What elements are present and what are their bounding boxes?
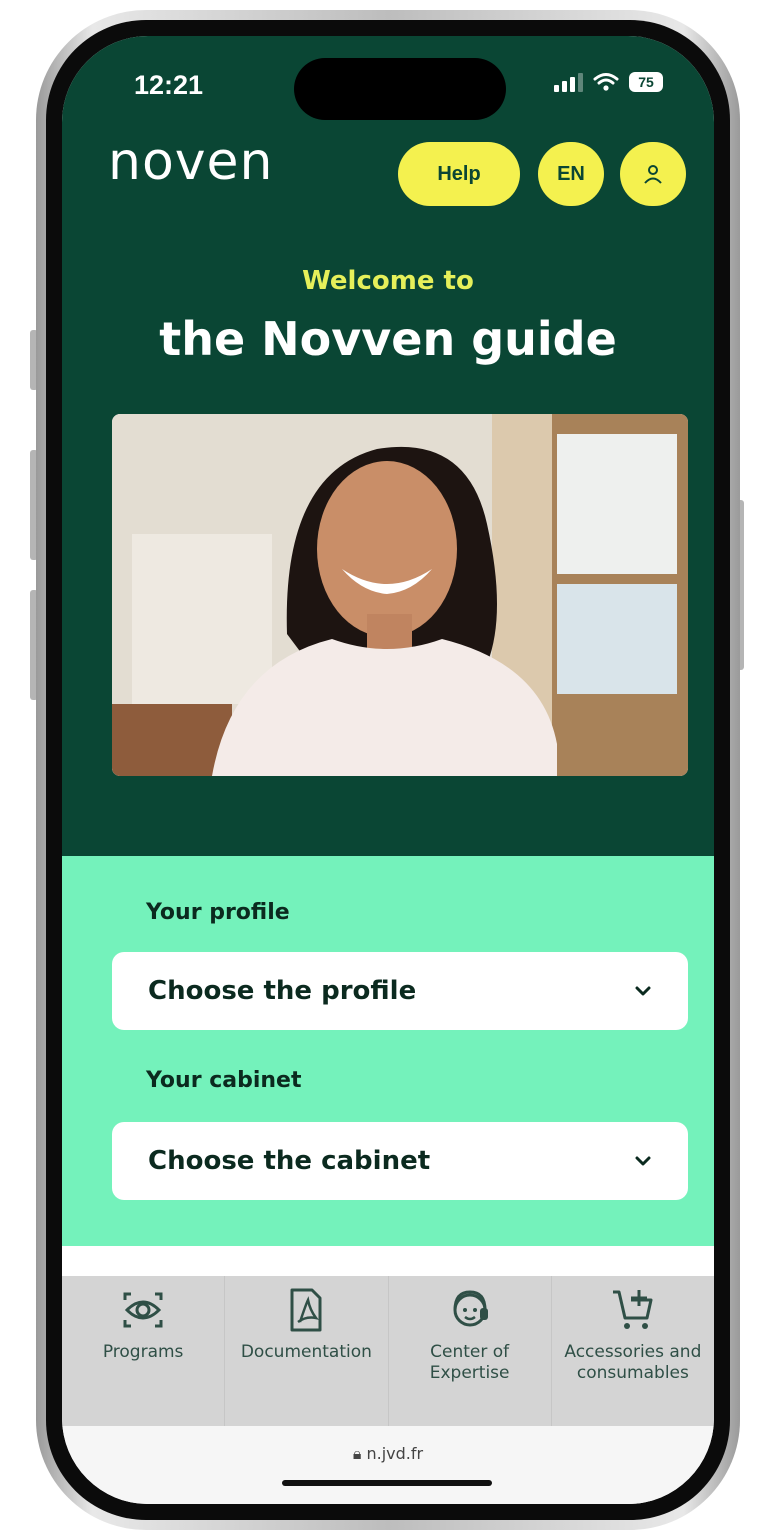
chevron-down-icon: [635, 1156, 651, 1166]
language-button[interactable]: EN: [538, 142, 604, 206]
home-indicator[interactable]: [282, 1480, 492, 1486]
smiling-woman-image: [112, 414, 688, 776]
hero-section: 12:21 75 noven Help EN Welcome to the No…: [62, 36, 714, 856]
browser-url-bar[interactable]: 🔒︎ n.jvd.fr: [62, 1426, 714, 1504]
cabinet-select-value: Choose the cabinet: [148, 1146, 431, 1176]
nav-label: Documentation: [240, 1342, 372, 1362]
phone-screen: 12:21 75 noven Help EN Welcome to the No…: [62, 36, 714, 1504]
profile-label: Your profile: [146, 900, 290, 925]
profile-select-value: Choose the profile: [148, 976, 417, 1006]
wifi-icon: [593, 73, 619, 91]
url-text: n.jvd.fr: [366, 1444, 424, 1463]
eye-icon: [123, 1292, 163, 1328]
nav-item-center-of-expertise[interactable]: Center of Expertise: [389, 1276, 552, 1426]
signal-icon: [554, 72, 583, 92]
nav-item-accessories[interactable]: Accessories and consumables: [552, 1276, 714, 1426]
nav-label: Center of Expertise: [429, 1342, 510, 1384]
support-agent-icon: [453, 1290, 488, 1327]
dynamic-island: [294, 58, 506, 120]
url-row: 🔒︎ n.jvd.fr: [62, 1444, 714, 1464]
chevron-down-icon: [635, 986, 651, 996]
status-time: 12:21: [134, 70, 204, 100]
user-icon: [644, 165, 662, 184]
page-title: the Novven guide: [159, 312, 617, 366]
nav-item-programs[interactable]: Programs: [62, 1276, 226, 1426]
lock-icon: 🔒︎: [352, 1444, 362, 1463]
nav-label: Programs: [102, 1342, 184, 1362]
user-account-button[interactable]: [620, 142, 686, 206]
cart-add-icon: [612, 1290, 653, 1329]
cabinet-select[interactable]: Choose the cabinet: [112, 1122, 688, 1200]
pdf-document-icon: [290, 1288, 322, 1332]
nav-item-documentation[interactable]: Documentation: [225, 1276, 389, 1426]
status-icons: 75: [554, 72, 663, 92]
help-button[interactable]: Help: [398, 142, 520, 206]
battery-icon: 75: [629, 72, 663, 92]
welcome-text: Welcome to: [302, 266, 474, 296]
nav-label: Accessories and consumables: [564, 1342, 702, 1384]
selection-form: Your profile Choose the profile Your cab…: [62, 856, 714, 1246]
hero-photo: [112, 414, 688, 776]
noven-logo: noven: [108, 132, 274, 192]
profile-select[interactable]: Choose the profile: [112, 952, 688, 1030]
cabinet-label: Your cabinet: [146, 1068, 302, 1093]
bottom-navigation: Programs Documentation Center of Experti…: [62, 1276, 714, 1426]
